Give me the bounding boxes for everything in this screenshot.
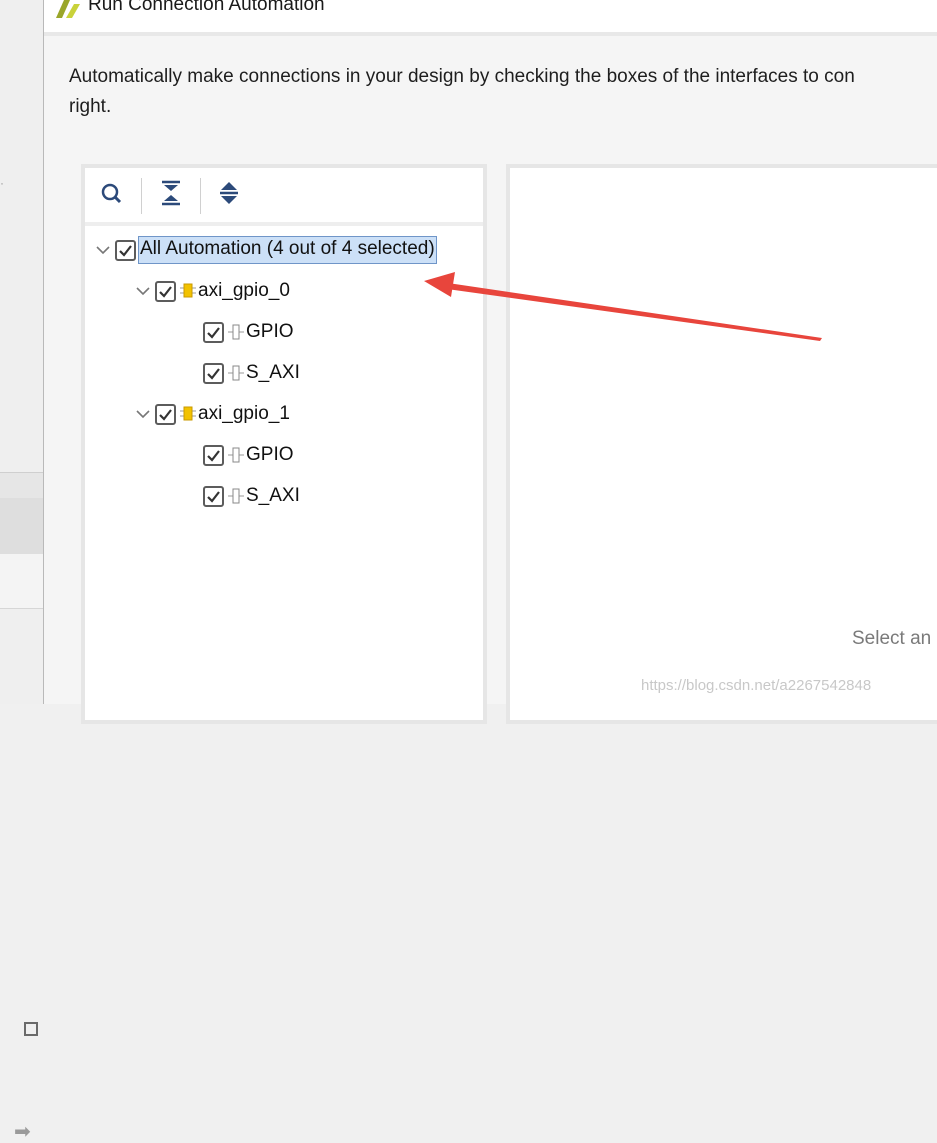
tree-row-axi-gpio-0[interactable]: axi_gpio_0	[135, 273, 290, 309]
tree-toolbar	[85, 168, 483, 226]
toolbar-separator	[200, 178, 201, 214]
expand-all-icon[interactable]	[215, 178, 243, 208]
tree-row-axi-gpio-1[interactable]: axi_gpio_1	[135, 396, 290, 432]
gpio-checkbox[interactable]	[203, 444, 224, 466]
interface-port-icon	[228, 324, 244, 340]
description-line-2: right.	[69, 96, 112, 117]
collapse-all-icon[interactable]	[157, 178, 185, 208]
axi-gpio-1-checkbox[interactable]	[155, 403, 176, 425]
run-connection-automation-dialog: Run Connection Automation Automatically …	[43, 0, 937, 724]
gpio-checkbox[interactable]	[203, 321, 224, 343]
axi-gpio-0-checkbox[interactable]	[155, 280, 176, 302]
dialog-description: Automatically make connections in your d…	[69, 62, 855, 122]
interface-port-icon	[228, 365, 244, 381]
automation-tree-panel: All Automation (4 out of 4 selected) axi…	[81, 164, 487, 724]
tree-label: S_AXI	[246, 485, 300, 506]
tree-label: GPIO	[246, 444, 294, 465]
tree-row-all-automation[interactable]: All Automation (4 out of 4 selected)	[95, 232, 437, 268]
tree-label: axi_gpio_1	[198, 403, 290, 424]
tree-row-gpio[interactable]: GPIO	[203, 437, 294, 473]
s-axi-checkbox[interactable]	[203, 362, 224, 384]
background-fragment: ·	[0, 176, 4, 190]
background-toolbar: ➡	[0, 554, 43, 1142]
tree-label: All Automation (4 out of 4 selected)	[138, 236, 437, 264]
tree-label: axi_gpio_0	[198, 280, 290, 301]
toolbar-separator	[141, 178, 142, 214]
tree-row-gpio[interactable]: GPIO	[203, 314, 294, 350]
interface-port-icon	[228, 447, 244, 463]
background-window: · ➡	[0, 0, 43, 1142]
background-header-bar	[0, 498, 43, 1036]
s-axi-checkbox[interactable]	[203, 485, 224, 507]
forward-arrow-icon[interactable]: ➡	[14, 1122, 31, 1142]
details-status-text: Select an	[852, 628, 932, 649]
maximize-icon[interactable]	[24, 1022, 38, 1036]
tree-label: S_AXI	[246, 362, 300, 383]
chevron-down-icon[interactable]	[135, 406, 151, 422]
background-divider	[0, 472, 43, 499]
tree-row-s-axi[interactable]: S_AXI	[203, 355, 300, 391]
interface-port-icon	[228, 488, 244, 504]
ip-block-icon	[180, 283, 196, 298]
chevron-down-icon[interactable]	[135, 283, 151, 299]
description-line-1: Automatically make connections in your d…	[69, 66, 855, 87]
tree-row-s-axi[interactable]: S_AXI	[203, 478, 300, 514]
all-automation-checkbox[interactable]	[115, 239, 136, 261]
ip-block-icon	[180, 406, 196, 421]
tree-label: GPIO	[246, 321, 294, 342]
watermark-text: https://blog.csdn.net/a2267542848	[641, 677, 872, 694]
chevron-down-icon[interactable]	[95, 242, 111, 258]
dialog-titlebar: Run Connection Automation	[44, 0, 937, 36]
dialog-title: Run Connection Automation	[88, 0, 325, 15]
vivado-logo-icon	[56, 0, 80, 18]
search-icon[interactable]	[99, 178, 127, 208]
details-panel: Select an	[506, 164, 937, 724]
